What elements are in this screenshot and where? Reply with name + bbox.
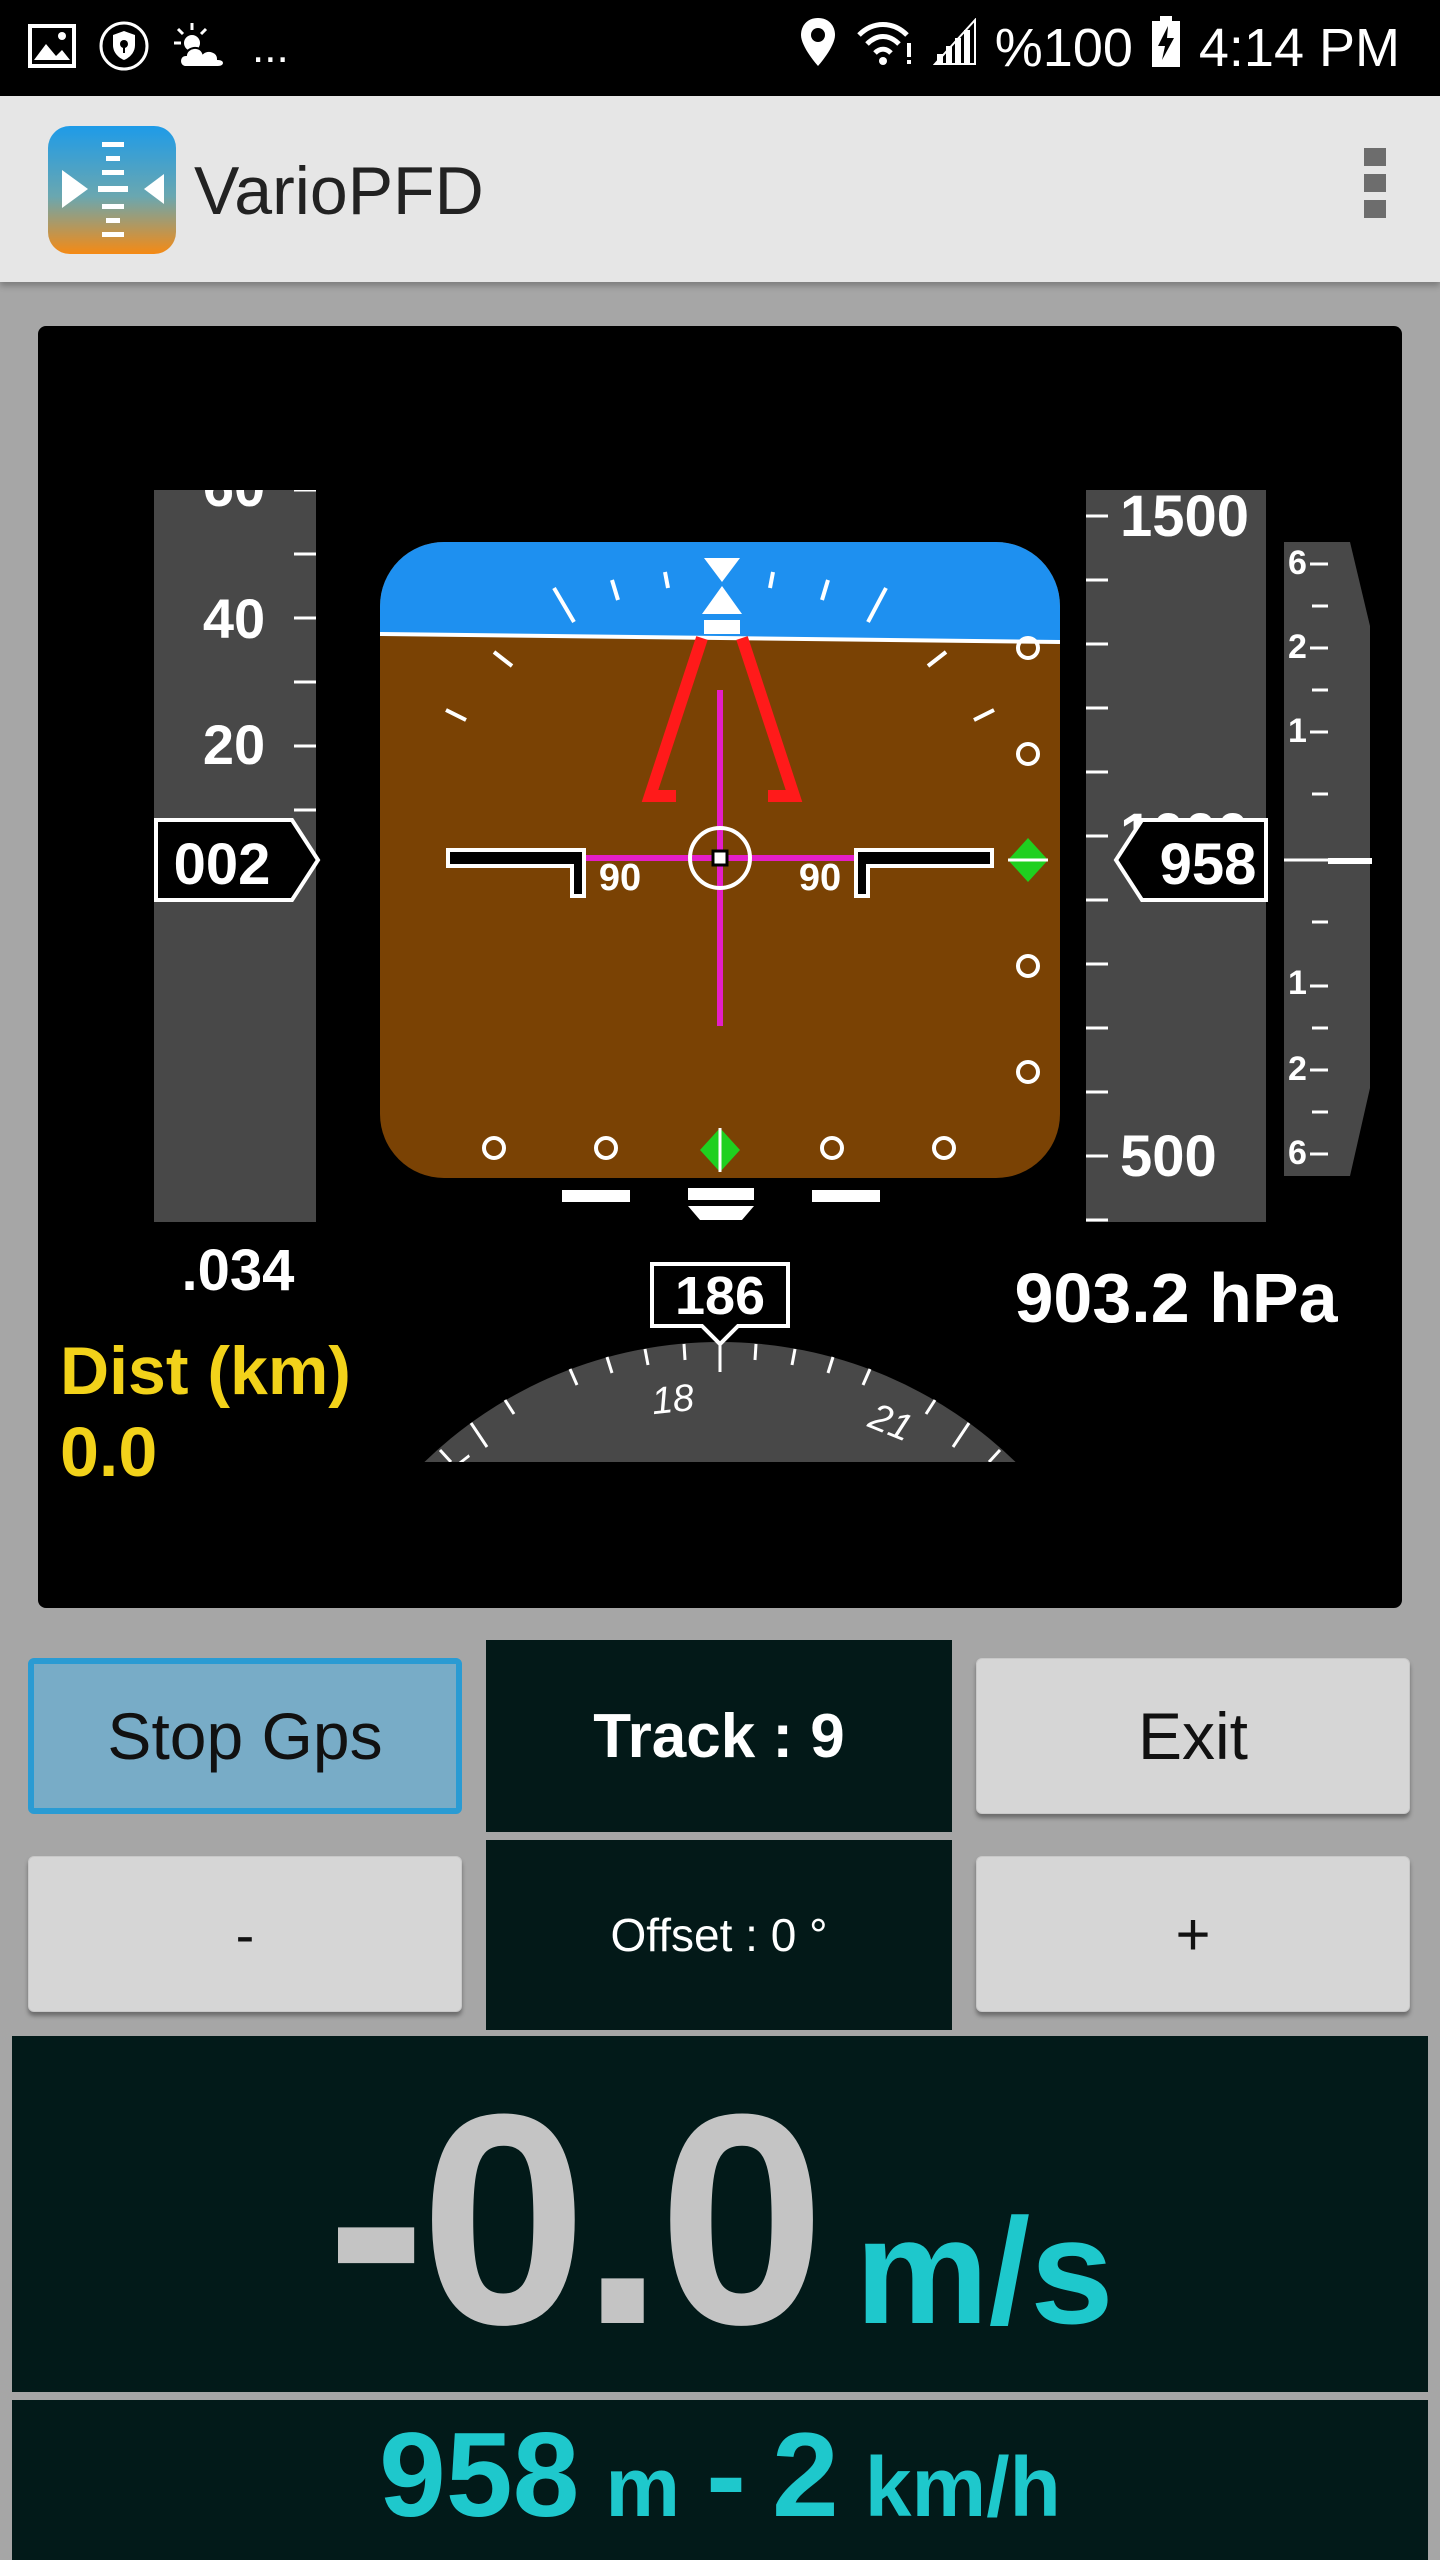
attitude-indicator: 90 90 bbox=[380, 542, 1060, 1220]
vsi-label: 1 bbox=[1288, 712, 1307, 750]
vsi-label: 6 bbox=[1288, 1134, 1307, 1172]
vsi-label: 1 bbox=[1288, 964, 1307, 1002]
status-time: 4:14 PM bbox=[1198, 18, 1400, 78]
vsi-label: 2 bbox=[1288, 628, 1307, 666]
speed-label: 40 bbox=[203, 587, 265, 650]
status-bar: ... %100 4:14 PM bbox=[0, 0, 1440, 96]
separator: - bbox=[706, 2408, 747, 2542]
heading-label: 18 bbox=[650, 1377, 696, 1423]
app-logo bbox=[48, 126, 176, 254]
altitude-tape: 1500 1000 500 958 bbox=[1086, 484, 1268, 1222]
track-display: Track : 9 bbox=[486, 1640, 952, 1832]
speed-label: 60 bbox=[203, 455, 265, 518]
altitude-label: 1500 bbox=[1120, 484, 1249, 549]
pitch-label: 90 bbox=[599, 857, 641, 899]
location-icon bbox=[799, 16, 837, 81]
speed-tape: 60 40 20 002 bbox=[154, 455, 321, 1222]
speed-unit: km/h bbox=[864, 2440, 1061, 2534]
altitude-value: 958 bbox=[379, 2408, 580, 2542]
exit-button[interactable]: Exit bbox=[976, 1658, 1410, 1814]
speed-readout: 002 bbox=[174, 832, 271, 897]
speed-sub-value: .034 bbox=[182, 1238, 295, 1303]
vpn-shield-icon bbox=[98, 20, 150, 77]
decrement-offset-button[interactable]: - bbox=[28, 1856, 462, 2012]
vsi-label: 2 bbox=[1288, 1050, 1307, 1088]
battery-level: %100 bbox=[994, 18, 1133, 78]
speed-value: 2 bbox=[772, 2408, 839, 2542]
weather-cloudy-icon bbox=[172, 21, 228, 76]
altitude-label: 500 bbox=[1120, 1124, 1217, 1189]
increment-offset-button[interactable]: + bbox=[976, 1856, 1410, 2012]
vsi-label: 6 bbox=[1288, 544, 1307, 582]
altitude-speed-panel: 958 m - 2 km/h bbox=[12, 2400, 1428, 2560]
more-notifications: ... bbox=[252, 23, 289, 72]
dist-value: 0.0 bbox=[60, 1413, 157, 1491]
overflow-menu-icon[interactable] bbox=[1350, 148, 1400, 232]
pitch-label: 90 bbox=[799, 857, 841, 899]
app-title: VarioPFD bbox=[194, 153, 484, 229]
vario-panel: -0.0 m/s bbox=[12, 2036, 1428, 2392]
vario-unit: m/s bbox=[855, 2187, 1114, 2355]
app-bar: VarioPFD bbox=[0, 96, 1440, 282]
altitude-readout: 958 bbox=[1160, 832, 1257, 897]
pressure-readout: 903.2 hPa bbox=[1015, 1259, 1339, 1337]
offset-display: Offset : 0 ° bbox=[486, 1840, 952, 2030]
signal-icon bbox=[932, 17, 977, 79]
vario-value: -0.0 bbox=[326, 2051, 825, 2387]
vertical-speed-scale: 6 2 1 1 2 6 bbox=[1284, 542, 1372, 1176]
image-icon bbox=[28, 23, 76, 73]
dist-label: Dist (km) bbox=[60, 1333, 351, 1409]
altitude-unit: m bbox=[605, 2440, 681, 2534]
heading-label: 2 bbox=[1034, 1528, 1080, 1572]
stop-gps-button[interactable]: Stop Gps bbox=[28, 1658, 462, 1814]
heading-readout: 186 bbox=[675, 1266, 765, 1326]
speed-label: 20 bbox=[203, 713, 265, 776]
battery-charging-icon bbox=[1151, 15, 1181, 81]
primary-flight-display: 60 40 20 002 .034 90 90 1500 500 958 6 2… bbox=[38, 326, 1402, 1608]
wifi-icon bbox=[855, 17, 915, 80]
